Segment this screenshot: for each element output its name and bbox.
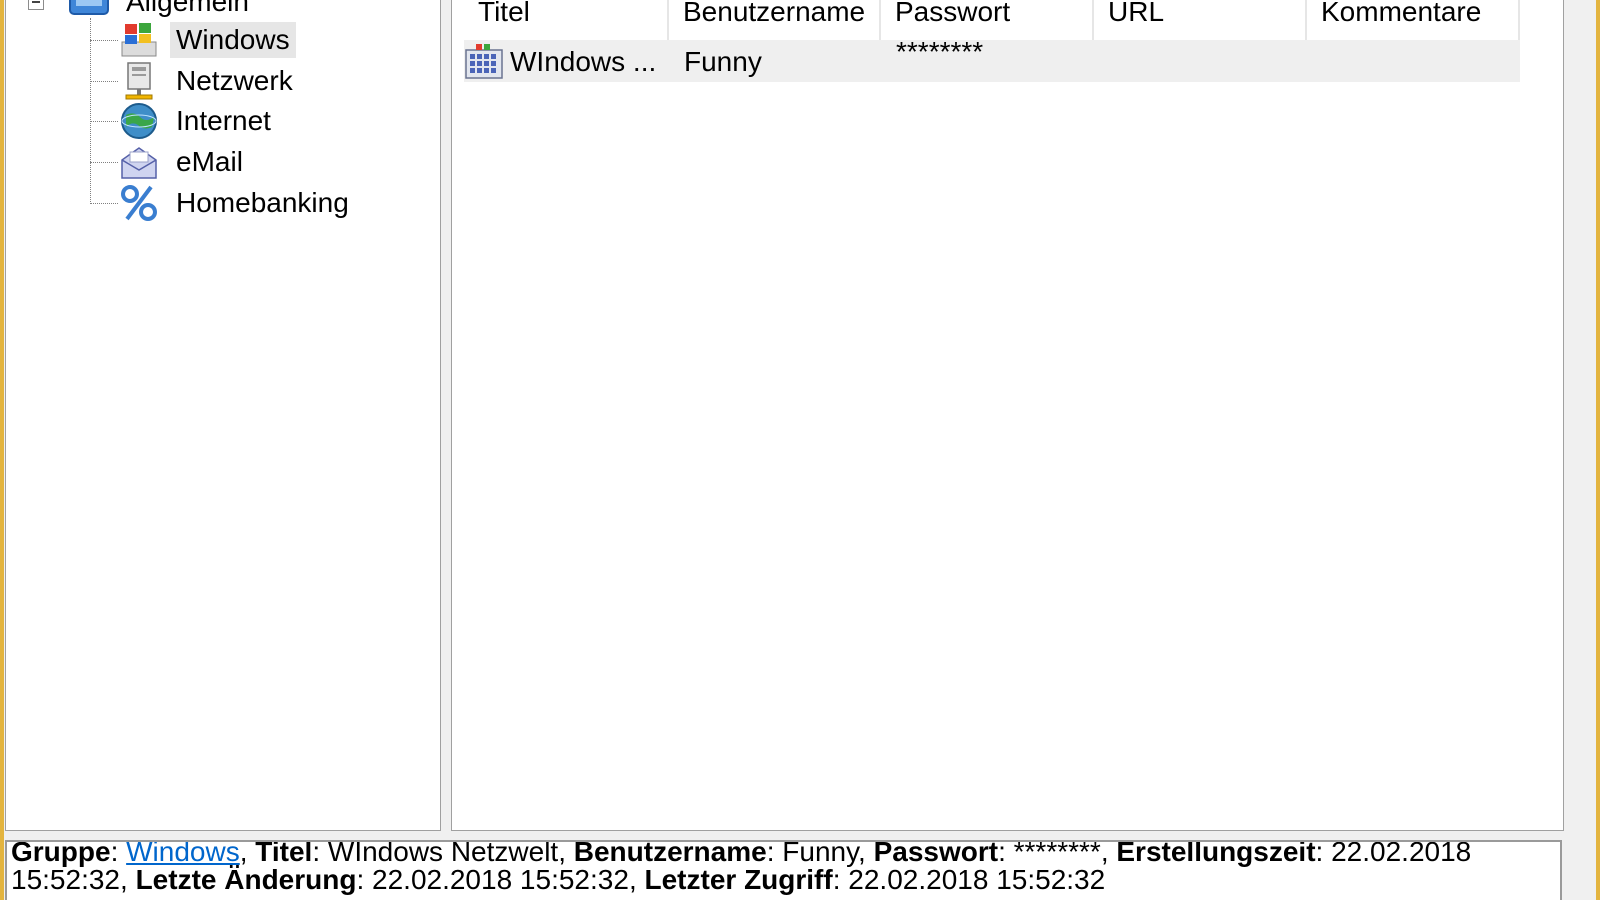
cell-username: Funny <box>684 46 762 77</box>
tree-connector <box>90 81 118 82</box>
detail-label: Passwort <box>873 840 999 867</box>
tree-item-label: Windows <box>170 22 296 58</box>
tree-item-label: Homebanking <box>176 187 349 218</box>
entry-list[interactable]: Titel Benutzername Passwort URL Kommenta… <box>451 0 1564 831</box>
cell-password: ******** <box>896 36 984 67</box>
tree-connector <box>90 18 91 204</box>
column-header-titel[interactable]: Titel <box>464 0 669 40</box>
network-computer-icon <box>125 62 153 100</box>
entry-details: Gruppe: Windows, Titel: WIndows Netzwelt… <box>5 840 1562 900</box>
column-header-kommentare[interactable]: Kommentare <box>1307 0 1520 40</box>
detail-value: 22.02.2018 15:52:32 <box>848 864 1106 895</box>
entry-icon <box>465 44 503 79</box>
collapse-icon[interactable] <box>28 0 44 10</box>
detail-label: Benutzername <box>573 840 767 867</box>
table-row[interactable]: WIndows ... Funny ******** <box>464 36 1520 82</box>
percent-icon <box>121 185 157 221</box>
tree-connector <box>90 121 118 122</box>
tree-root-label[interactable]: Allgemein <box>126 0 249 18</box>
detail-value: ******** <box>1013 840 1101 867</box>
cell-title: WIndows ... <box>510 46 657 77</box>
details-text: Gruppe: Windows, Titel: WIndows Netzwelt… <box>11 840 1551 895</box>
window-border-left <box>0 0 4 900</box>
tree-item-label: Netzwerk <box>176 65 293 96</box>
folder-icon <box>69 0 109 15</box>
detail-value: 22.02.2018 15:52:32 <box>372 864 629 895</box>
globe-icon <box>121 103 157 139</box>
group-tree[interactable]: Allgemein Windows Netzwerk Internet eMai… <box>5 0 441 831</box>
detail-label: Titel <box>255 840 313 867</box>
tree-connector <box>90 40 118 41</box>
column-header-url[interactable]: URL <box>1094 0 1307 40</box>
detail-label: Letzter Zugriff <box>644 864 833 895</box>
windows-flag-icon <box>121 23 157 57</box>
envelope-icon <box>121 147 157 179</box>
tree-item-label: Internet <box>176 105 271 136</box>
detail-label: Gruppe <box>11 840 111 867</box>
column-header-benutzername[interactable]: Benutzername <box>669 0 881 40</box>
detail-value: WIndows Netzwelt <box>327 840 559 867</box>
detail-label: Erstellungszeit <box>1116 840 1316 867</box>
group-link[interactable]: Windows <box>126 842 240 867</box>
tree-connector <box>90 203 118 204</box>
tree-item-label: eMail <box>176 146 243 177</box>
detail-label: Letzte Änderung <box>135 864 357 895</box>
detail-value: Funny <box>782 840 859 867</box>
window-border-right <box>1596 0 1600 900</box>
tree-connector <box>90 162 118 163</box>
